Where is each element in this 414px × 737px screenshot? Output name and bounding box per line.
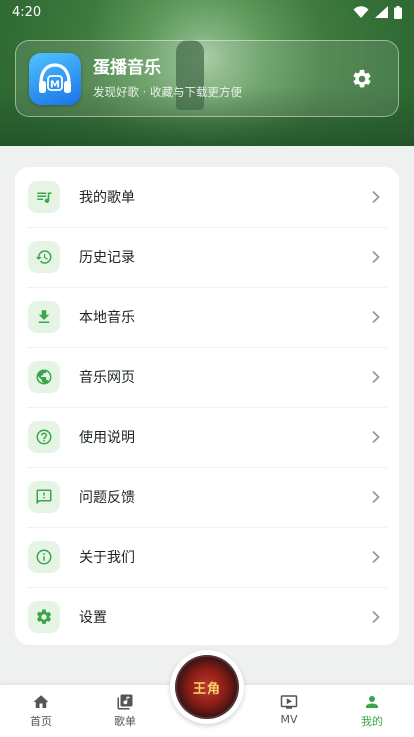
now-playing-disc-button[interactable]: 王角 — [170, 650, 244, 724]
menu-item-label: 我的歌单 — [79, 190, 135, 206]
history-icon — [35, 250, 52, 264]
disc-rim — [175, 655, 239, 719]
signal-icon — [375, 6, 388, 18]
menu-item-about[interactable]: 关于我们 — [15, 527, 399, 587]
menu-item-settings[interactable]: 设置 — [15, 587, 399, 645]
nav-playlists-label: 歌单 — [114, 715, 136, 728]
profile-card: M 蛋播音乐 发现好歌 · 收藏与下载更方便 — [15, 40, 399, 117]
tv-play-icon — [280, 695, 298, 709]
profile-header: 4:20 M 蛋播音乐 发现好歌 · 收藏与下载更方便 — [0, 0, 414, 146]
nav-mv[interactable]: MV — [259, 693, 319, 726]
header-settings-button[interactable] — [344, 61, 380, 97]
nav-mine[interactable]: 我的 — [342, 693, 402, 729]
menu-item-label: 音乐网页 — [79, 370, 135, 386]
menu-item-label: 历史记录 — [79, 250, 135, 266]
menu-item-feedback[interactable]: 问题反馈 — [15, 467, 399, 527]
person-icon — [366, 696, 378, 708]
nav-mine-label: 我的 — [361, 715, 383, 728]
menu-item-music-web[interactable]: 音乐网页 — [15, 347, 399, 407]
menu-item-help[interactable]: 使用说明 — [15, 407, 399, 467]
gear-icon — [353, 69, 371, 87]
app-subtitle: 发现好歌 · 收藏与下载更方便 — [93, 84, 242, 99]
chevron-right-icon — [372, 550, 380, 564]
chevron-right-icon — [372, 370, 380, 384]
menu-item-label: 设置 — [79, 610, 107, 626]
menu-item-playlists[interactable]: 我的歌单 — [15, 167, 399, 227]
chevron-right-icon — [372, 190, 380, 204]
nav-home-label: 首页 — [30, 715, 52, 728]
menu-item-label: 使用说明 — [79, 430, 135, 446]
battery-icon — [394, 5, 402, 19]
menu-item-label: 问题反馈 — [79, 490, 135, 506]
help-icon — [36, 429, 52, 445]
wifi-icon — [353, 6, 369, 18]
info-icon — [36, 549, 52, 565]
menu-list: 我的歌单 历史记录 本地音乐 音乐网页 使用说明 问题反馈 关于我们 设置 — [15, 167, 399, 645]
nav-playlists[interactable]: 歌单 — [95, 693, 155, 729]
status-bar: 4:20 — [0, 0, 414, 24]
nav-mv-label: MV — [280, 713, 298, 726]
chevron-right-icon — [372, 430, 380, 444]
logo-letter: M — [50, 79, 60, 90]
app-name: 蛋播音乐 — [93, 57, 161, 78]
menu-item-history[interactable]: 历史记录 — [15, 227, 399, 287]
chevron-right-icon — [372, 610, 380, 624]
status-time: 4:20 — [12, 4, 42, 20]
feedback-icon — [36, 489, 52, 505]
menu-item-label: 本地音乐 — [79, 310, 135, 326]
headphones-logo-icon: M — [39, 62, 71, 93]
album-cover: 王角 — [175, 655, 239, 719]
chevron-right-icon — [372, 310, 380, 324]
menu-item-local-music[interactable]: 本地音乐 — [15, 287, 399, 347]
nav-home[interactable]: 首页 — [11, 693, 71, 729]
download-icon — [38, 310, 50, 323]
library-music-icon — [117, 694, 133, 710]
chevron-right-icon — [372, 490, 380, 504]
home-icon — [33, 695, 49, 708]
globe-icon — [36, 369, 52, 385]
chevron-right-icon — [372, 250, 380, 264]
gear-icon — [36, 609, 52, 624]
app-logo: M — [29, 52, 81, 105]
playlist-icon — [37, 192, 52, 204]
menu-item-label: 关于我们 — [79, 550, 135, 566]
